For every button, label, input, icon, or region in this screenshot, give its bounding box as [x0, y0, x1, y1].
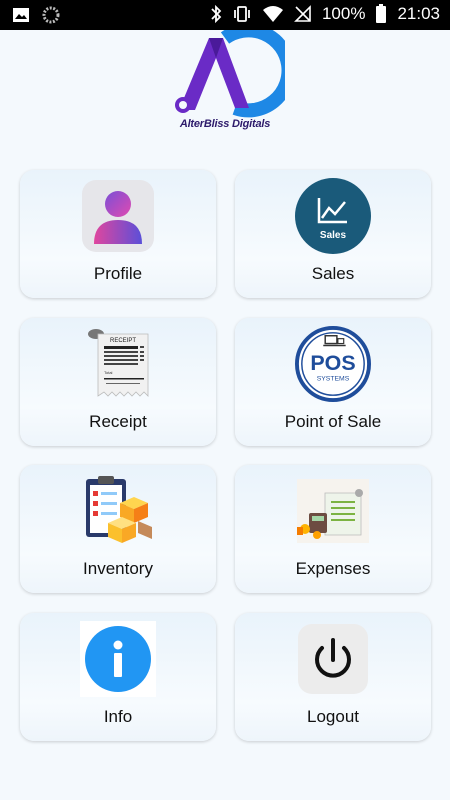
profile-label: Profile — [93, 264, 143, 283]
wifi-icon — [262, 6, 283, 22]
sales-button[interactable]: Sales Sales — [235, 170, 431, 298]
info-label: Info — [103, 707, 133, 726]
point-of-sale-button[interactable]: POS SYSTEMS Point of Sale — [235, 318, 431, 446]
receipt-icon: RECEIPT Total — [80, 326, 156, 402]
sales-chart-icon: Sales — [295, 178, 371, 254]
pos-systems-icon: POS SYSTEMS — [295, 326, 371, 402]
sync-icon — [42, 6, 60, 24]
power-icon — [295, 621, 371, 697]
profile-icon — [80, 178, 156, 254]
logo-text: AlterBliss Digitals — [179, 118, 271, 130]
sales-icon-text: Sales — [320, 230, 347, 241]
info-icon — [80, 621, 156, 697]
receipt-label: Receipt — [89, 412, 147, 431]
no-sim-icon — [294, 5, 311, 22]
pos-icon-title: POS — [310, 351, 355, 375]
app-logo: AlterBliss Digitals — [165, 23, 296, 140]
receipt-icon-total: Total — [104, 370, 113, 375]
pos-icon-sub: SYSTEMS — [317, 376, 350, 383]
profile-button[interactable]: Profile — [20, 170, 216, 298]
battery-icon — [376, 4, 387, 23]
vibrate-icon — [234, 6, 250, 22]
expenses-label: Expenses — [295, 559, 371, 578]
logo-mark-icon — [175, 23, 296, 118]
point-of-sale-label: Point of Sale — [284, 412, 382, 431]
status-bar: 100% 21:03 — [0, 0, 450, 30]
receipt-button[interactable]: RECEIPT Total Receipt — [20, 318, 216, 446]
logout-button[interactable]: Logout — [235, 613, 431, 741]
sales-label: Sales — [311, 264, 355, 283]
bluetooth-icon — [211, 4, 222, 24]
clock: 21:03 — [397, 4, 440, 23]
battery-percentage: 100% — [321, 4, 366, 23]
logout-label: Logout — [307, 707, 359, 726]
image-icon — [13, 8, 29, 22]
expenses-icon — [295, 473, 371, 549]
inventory-clipboard-icon — [80, 473, 156, 549]
inventory-label: Inventory — [83, 559, 153, 578]
receipt-icon-text: RECEIPT — [110, 338, 136, 344]
inventory-button[interactable]: Inventory — [20, 465, 216, 593]
info-button[interactable]: Info — [20, 613, 216, 741]
expenses-button[interactable]: Expenses — [235, 465, 431, 593]
